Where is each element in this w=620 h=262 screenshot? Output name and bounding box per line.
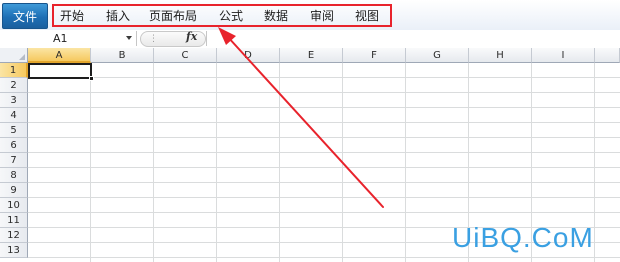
row-header-2[interactable]: 2: [0, 78, 28, 93]
column-header-h[interactable]: H: [469, 48, 532, 63]
row-header-5[interactable]: 5: [0, 123, 28, 138]
row-header-4[interactable]: 4: [0, 108, 28, 123]
formula-input[interactable]: [206, 31, 620, 46]
column-header-c[interactable]: C: [154, 48, 217, 63]
watermark: UiBQ.CoM: [452, 222, 594, 253]
insert-function-button[interactable]: fx: [186, 30, 197, 43]
active-cell[interactable]: [28, 63, 92, 79]
column-header-g[interactable]: G: [406, 48, 469, 63]
column-header-j[interactable]: [595, 48, 620, 63]
row-header-11[interactable]: 11: [0, 213, 28, 228]
row-header-10[interactable]: 10: [0, 198, 28, 213]
row-header-6[interactable]: 6: [0, 138, 28, 153]
row-header-12[interactable]: 12: [0, 228, 28, 243]
row-header-7[interactable]: 7: [0, 153, 28, 168]
column-header-b[interactable]: B: [91, 48, 154, 63]
row-header-3[interactable]: 3: [0, 93, 28, 108]
column-header-f[interactable]: F: [343, 48, 406, 63]
tabs-highlight-box: [52, 4, 392, 27]
triangle-icon: [19, 54, 25, 60]
column-header-i[interactable]: I: [532, 48, 595, 63]
ribbon-tab-bar: 文件 开始 插入 页面布局 公式 数据 审阅 视图: [0, 0, 620, 31]
drag-handle-icon: ⋮: [149, 34, 158, 44]
select-all-button[interactable]: [0, 48, 28, 63]
chevron-down-icon[interactable]: [126, 36, 132, 40]
fill-handle[interactable]: [89, 76, 94, 81]
name-box-value: A1: [53, 32, 68, 45]
name-box[interactable]: A1: [0, 31, 137, 46]
column-header-e[interactable]: E: [280, 48, 343, 63]
row-header-1[interactable]: 1: [0, 63, 28, 78]
file-tab[interactable]: 文件: [2, 3, 48, 29]
row-header-13[interactable]: 13: [0, 243, 28, 258]
row-header-9[interactable]: 9: [0, 183, 28, 198]
column-header-a[interactable]: A: [28, 48, 91, 63]
formula-bar: A1 ⋮ fx: [0, 30, 620, 49]
column-header-d[interactable]: D: [217, 48, 280, 63]
row-header-8[interactable]: 8: [0, 168, 28, 183]
